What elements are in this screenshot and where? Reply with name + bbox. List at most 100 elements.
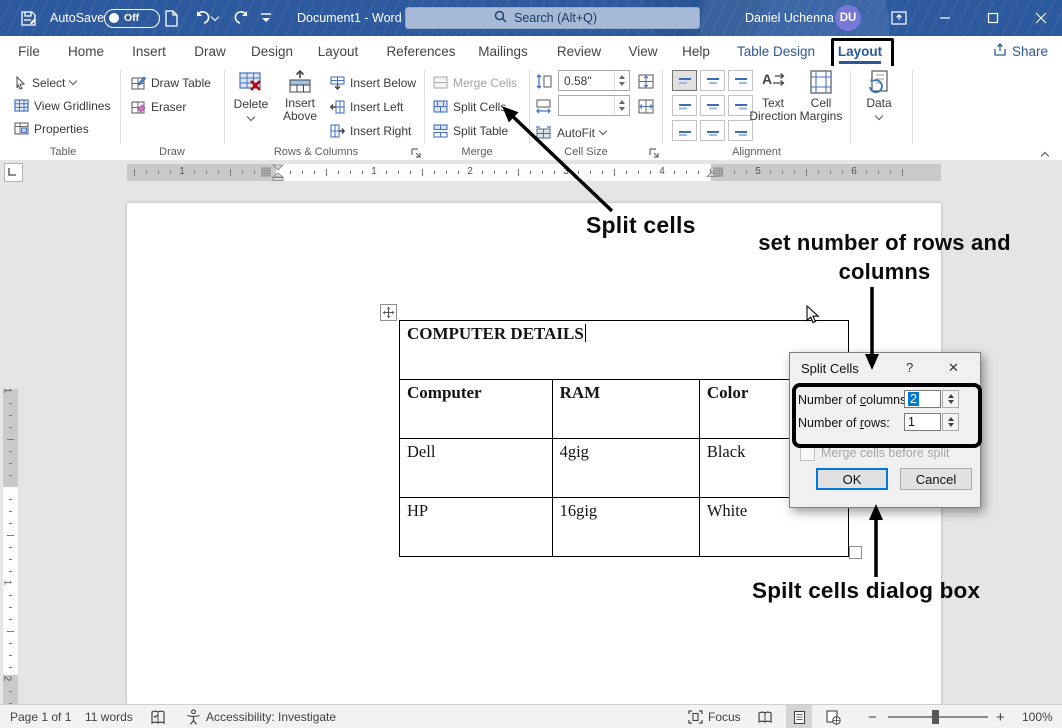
annotation-dialog-box: Spilt cells dialog box <box>752 578 980 604</box>
tab-help[interactable]: Help <box>680 36 712 66</box>
redo-button[interactable] <box>232 0 250 36</box>
share-label: Share <box>1012 44 1048 59</box>
dialog-close-icon[interactable]: ✕ <box>948 360 959 376</box>
ok-button[interactable]: OK <box>816 468 888 490</box>
view-gridlines-button[interactable]: View Gridlines <box>14 95 110 116</box>
new-document-icon[interactable] <box>164 0 179 36</box>
customize-qat-icon[interactable] <box>260 0 272 36</box>
draw-table-button[interactable]: Draw Table <box>131 72 211 93</box>
tab-file[interactable]: File <box>14 36 44 66</box>
tab-home[interactable]: Home <box>66 36 106 66</box>
tab-insert[interactable]: Insert <box>130 36 168 66</box>
read-mode-button[interactable] <box>752 705 778 728</box>
undo-button[interactable] <box>194 0 218 36</box>
page-indicator[interactable]: Page 1 of 1 <box>10 705 71 728</box>
proofing-icon[interactable] <box>150 705 166 728</box>
merge-before-split-checkbox <box>800 446 815 461</box>
tab-mailings[interactable]: Mailings <box>476 36 530 66</box>
table-cell[interactable]: HP <box>400 498 553 557</box>
rows-columns-dialog-launcher[interactable] <box>410 147 422 159</box>
table-resize-handle[interactable] <box>849 546 862 559</box>
insert-above-button[interactable]: Insert Above <box>277 70 323 123</box>
height-spinner[interactable] <box>614 71 629 90</box>
merge-cells-icon <box>433 76 448 89</box>
split-cells-button[interactable]: Split Cells <box>433 96 506 117</box>
cell-margins-button[interactable]: Cell Margins <box>797 70 845 123</box>
cancel-button[interactable]: Cancel <box>900 468 972 490</box>
indent-markers[interactable] <box>271 164 285 181</box>
align-bottom-left-button[interactable] <box>672 120 697 141</box>
select-button[interactable]: Select <box>14 72 76 93</box>
split-cells-dialog[interactable]: Split Cells ? ✕ Number of columns: 2 Num… <box>789 352 981 508</box>
insert-right-button[interactable]: Insert Right <box>330 120 411 141</box>
width-spinner[interactable] <box>614 96 629 115</box>
search-input[interactable]: Search (Alt+Q) <box>405 7 700 29</box>
align-top-left-button[interactable] <box>672 70 697 91</box>
table-header-cell[interactable]: RAM <box>552 380 699 439</box>
eraser-button[interactable]: Eraser <box>131 96 186 117</box>
align-bottom-center-button[interactable] <box>700 120 725 141</box>
tab-design[interactable]: Design <box>250 36 294 66</box>
insert-below-button[interactable]: Insert Below <box>330 72 416 93</box>
split-table-icon <box>433 124 448 138</box>
tab-layout[interactable]: Layout <box>316 36 360 66</box>
zoom-slider-thumb[interactable] <box>932 710 939 724</box>
avatar[interactable]: DU <box>835 5 861 31</box>
column-width-input[interactable] <box>558 95 630 116</box>
computer-details-table[interactable]: COMPUTER DETAILS Computer RAM Color Dell… <box>399 320 849 557</box>
tab-table-design[interactable]: Table Design <box>736 36 816 66</box>
web-layout-button[interactable] <box>820 705 846 728</box>
row-height-icon <box>535 71 552 92</box>
cell-size-dialog-launcher[interactable] <box>648 147 660 159</box>
focus-button[interactable]: Focus <box>688 705 741 728</box>
autofit-button[interactable]: AutoFit <box>535 122 606 143</box>
table-cell[interactable]: Dell <box>400 439 553 498</box>
zoom-out-button[interactable]: − <box>868 705 877 728</box>
insert-left-button[interactable]: Insert Left <box>330 96 403 117</box>
save-icon[interactable] <box>20 0 37 36</box>
properties-button[interactable]: Properties <box>14 118 89 139</box>
user-name[interactable]: Daniel Uchenna <box>745 0 834 36</box>
zoom-level[interactable]: 100% <box>1022 705 1053 728</box>
table-column-marker-right[interactable] <box>713 167 723 177</box>
tab-review[interactable]: Review <box>556 36 602 66</box>
distribute-columns-button[interactable] <box>638 96 654 117</box>
word-count[interactable]: 11 words <box>85 705 133 728</box>
table-column-marker-left[interactable] <box>261 167 271 177</box>
word-window: AutoSave Off Document1 - Word Search (Al… <box>0 0 1062 728</box>
group-label-draw: Draw <box>121 146 223 160</box>
table-cell[interactable]: 4gig <box>552 439 699 498</box>
text-direction-button[interactable]: A Text Direction <box>752 70 794 123</box>
align-top-right-button[interactable] <box>728 70 753 91</box>
table-header-cell[interactable]: Computer <box>400 380 553 439</box>
close-button[interactable] <box>1026 0 1056 36</box>
align-center-button[interactable] <box>700 95 725 116</box>
autosave-toggle[interactable]: Off <box>104 0 160 36</box>
dialog-help-icon[interactable]: ? <box>906 360 913 375</box>
tab-stop-selector[interactable] <box>4 163 23 182</box>
print-layout-button[interactable] <box>786 705 812 728</box>
align-center-left-button[interactable] <box>672 95 697 116</box>
ribbon-display-options-icon[interactable] <box>884 0 914 36</box>
table-cell[interactable]: 16gig <box>552 498 699 557</box>
collapse-ribbon-icon[interactable] <box>1041 152 1049 160</box>
accessibility-status[interactable]: Accessibility: Investigate <box>186 705 336 728</box>
tab-references[interactable]: References <box>388 36 454 66</box>
zoom-in-button[interactable]: + <box>996 705 1005 728</box>
tab-draw[interactable]: Draw <box>192 36 228 66</box>
align-top-center-button[interactable] <box>700 70 725 91</box>
data-button[interactable]: Data <box>856 70 902 119</box>
share-button[interactable]: Share <box>993 39 1048 63</box>
align-bottom-right-button[interactable] <box>728 120 753 141</box>
dialog-title: Split Cells <box>801 361 859 376</box>
row-height-input[interactable]: 0.58" <box>558 70 630 91</box>
delete-button[interactable]: Delete <box>229 70 273 120</box>
table-title-cell[interactable]: COMPUTER DETAILS <box>400 321 849 380</box>
horizontal-ruler: 1123456 <box>127 164 941 181</box>
tab-view[interactable]: View <box>626 36 660 66</box>
maximize-button[interactable] <box>978 0 1008 36</box>
table-move-handle[interactable] <box>380 304 397 321</box>
split-table-button[interactable]: Split Table <box>433 120 508 141</box>
minimize-button[interactable] <box>930 0 960 36</box>
distribute-rows-button[interactable] <box>638 71 654 92</box>
